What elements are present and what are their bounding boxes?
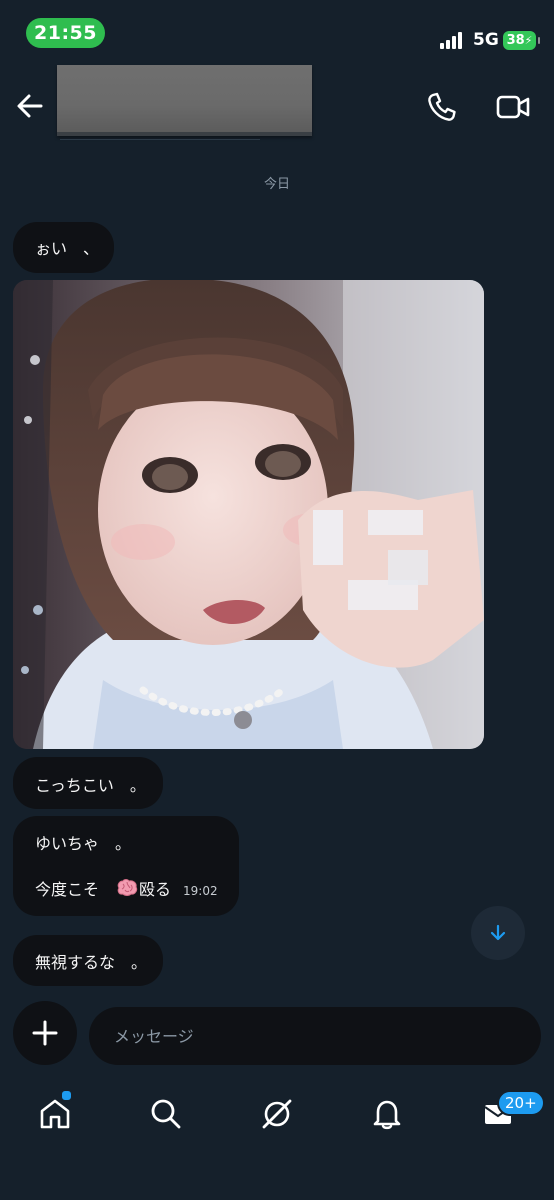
signal-icon — [440, 31, 466, 49]
home-notification-dot — [60, 1089, 73, 1102]
contact-name-redacted[interactable] — [57, 65, 312, 136]
plus-icon — [32, 1020, 58, 1046]
tab-notifications[interactable] — [365, 1092, 409, 1136]
status-bar: 21:55 5G 38 ⚡ — [0, 0, 554, 66]
tab-search[interactable] — [144, 1092, 188, 1136]
header-divider — [60, 139, 260, 140]
message-timestamp: 19:02 — [183, 884, 218, 898]
message-text: 今度こそ — [35, 880, 116, 899]
message-bubble[interactable]: こっちこい 。 — [13, 757, 163, 809]
back-button[interactable] — [14, 90, 46, 122]
grok-icon — [262, 1099, 292, 1129]
message-input[interactable] — [112, 1025, 516, 1047]
scroll-to-bottom-button[interactable] — [471, 906, 525, 960]
video-call-button[interactable] — [495, 90, 531, 124]
message-text: こっちこい 。 — [35, 776, 146, 795]
phone-icon — [428, 92, 456, 121]
photo-content — [13, 280, 484, 749]
network-label: 5G — [473, 30, 499, 50]
arrow-left-icon — [17, 94, 43, 118]
message-text: ゆいちゃ 。 — [35, 834, 132, 853]
status-time: 21:55 — [26, 18, 105, 48]
video-camera-icon — [496, 95, 530, 119]
message-text: ぉい 、 — [35, 239, 100, 258]
message-bubble[interactable]: ゆいちゃ 。 今度こそ 殴る 19:02 — [13, 816, 239, 916]
message-image[interactable] — [13, 280, 484, 749]
message-bubble[interactable]: 無視するな 。 — [13, 935, 163, 986]
tab-grok[interactable] — [255, 1092, 299, 1136]
search-icon — [151, 1099, 181, 1129]
bell-icon — [373, 1100, 401, 1130]
message-text: 殴る — [139, 880, 172, 899]
battery-level: 38 — [506, 33, 525, 48]
message-bubble[interactable]: ぉい 、 — [13, 222, 114, 273]
arrow-down-icon — [490, 924, 506, 941]
bottom-tab-bar — [0, 1080, 554, 1200]
add-attachment-button[interactable] — [13, 1001, 77, 1065]
message-composer[interactable] — [89, 1007, 541, 1065]
message-text: 無視するな 。 — [35, 953, 148, 972]
date-separator: 今日 — [263, 177, 290, 192]
battery-icon: 38 ⚡ — [503, 31, 540, 50]
brain-emoji-icon — [117, 879, 138, 896]
messages-badge: 20+ — [497, 1090, 545, 1116]
call-button[interactable] — [425, 90, 459, 124]
conversation-header — [0, 60, 554, 140]
